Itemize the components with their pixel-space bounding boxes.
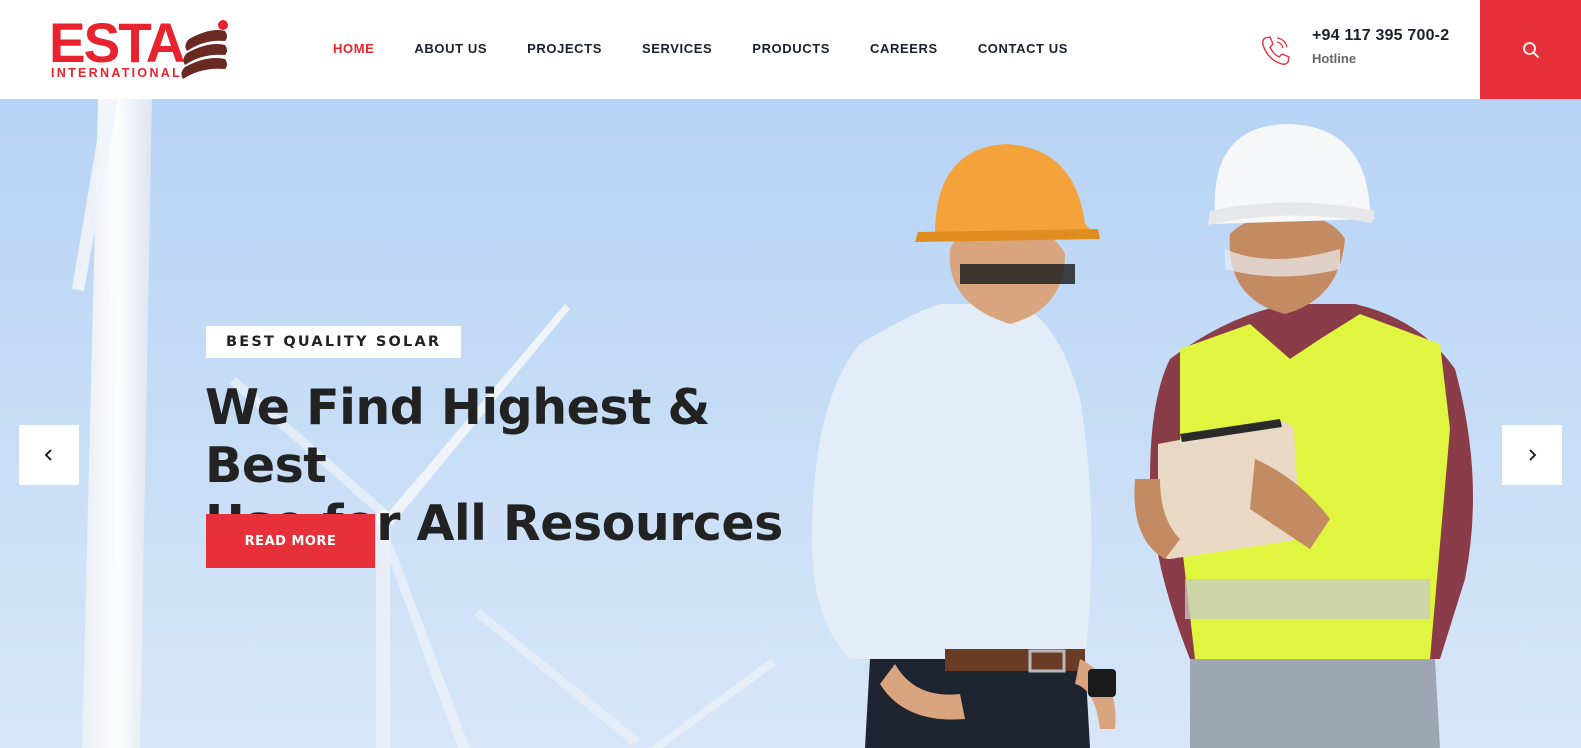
nav-item-services[interactable]: SERVICES — [642, 40, 712, 58]
logo-wordmark: ESTA — [49, 11, 185, 74]
site-header: ESTA INTERNATIONAL HOME ABOUT US PROJECT… — [0, 0, 1581, 99]
nav-item-projects[interactable]: PROJECTS — [527, 40, 602, 58]
slider-prev-button[interactable] — [19, 425, 79, 485]
logo-subtitle: INTERNATIONAL — [51, 66, 183, 80]
chevron-right-icon — [1529, 449, 1537, 461]
slider-next-button[interactable] — [1502, 425, 1562, 485]
search-button[interactable] — [1480, 0, 1581, 99]
chevron-left-icon — [44, 449, 52, 461]
nav-item-contact-us[interactable]: CONTACT US — [978, 40, 1068, 58]
esta-international-logo[interactable]: ESTA INTERNATIONAL — [49, 11, 234, 83]
hero-title-line-1: We Find Highest & Best — [205, 379, 710, 494]
logo-mark-icon — [181, 20, 228, 79]
main-nav: HOME ABOUT US PROJECTS SERVICES PRODUCTS… — [333, 40, 1108, 58]
nav-item-about-us[interactable]: ABOUT US — [414, 40, 487, 58]
nav-item-home[interactable]: HOME — [333, 40, 374, 58]
search-icon — [1522, 41, 1539, 58]
hotline-block[interactable]: +94 117 395 700-2 Hotline — [1258, 27, 1458, 73]
hotline-label: Hotline — [1312, 51, 1357, 66]
nav-item-products[interactable]: PRODUCTS — [752, 40, 830, 58]
read-more-button[interactable]: READ MORE — [206, 514, 375, 568]
hero-badge: BEST QUALITY SOLAR — [206, 326, 462, 358]
hotline-number[interactable]: +94 117 395 700-2 — [1312, 27, 1449, 45]
phone-icon — [1262, 36, 1290, 65]
nav-item-careers[interactable]: CAREERS — [870, 40, 938, 58]
hero-slider: BEST QUALITY SOLAR We Find Highest & Bes… — [0, 99, 1581, 748]
